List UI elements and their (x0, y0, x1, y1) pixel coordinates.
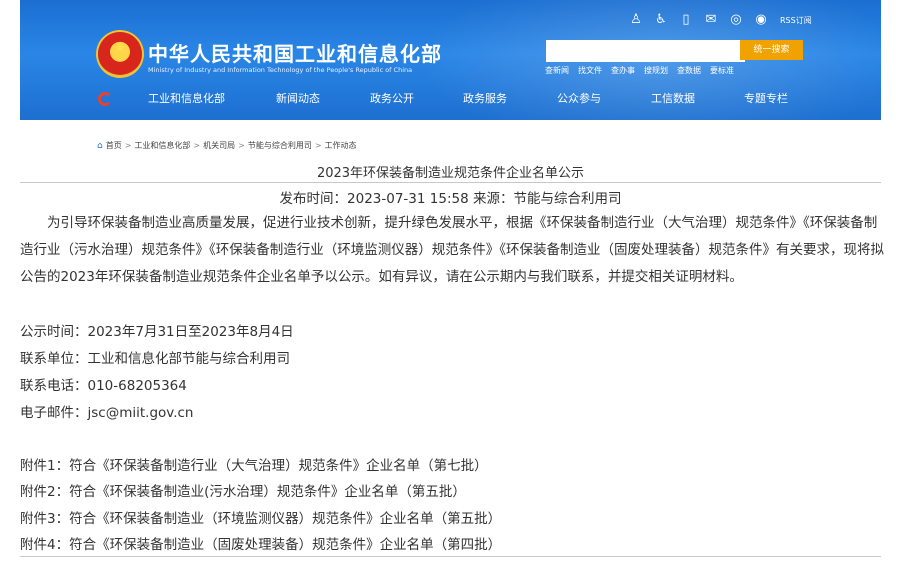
accessibility-icon[interactable]: ♿ (653, 12, 669, 28)
contact-unit-label: 联系单位： (20, 351, 88, 367)
search-link-plans[interactable]: 搜规划 (644, 65, 668, 76)
breadcrumb: ⌂ 首页 > 工业和信息化部 > 机关司局 > 节能与综合利用司 > 工作动态 (97, 140, 357, 151)
contact-phone: 联系电话：010-68205364 (20, 378, 187, 394)
person-icon[interactable]: ♙ (628, 12, 644, 28)
home-icon[interactable]: ⌂ (97, 141, 103, 151)
nav-item-gov-affairs[interactable]: 政务公开 (370, 90, 414, 106)
article-meta: 发布时间：2023-07-31 15:58 来源：节能与综合利用司 (279, 191, 622, 207)
main-nav: 工业和信息化部 新闻动态 政务公开 政务服务 公众参与 工信数据 专题专栏 (20, 90, 881, 110)
top-icon-bar: ♙ ♿ ▯ ✉ ◎ ◉ RSS订阅 (628, 12, 812, 28)
title-divider (20, 182, 881, 183)
rss-icon[interactable]: ◉ (753, 12, 769, 28)
search-links: 查新闻 找文件 查办事 搜规划 查数据 要标准 (545, 65, 734, 76)
site-title[interactable]: 中华人民共和国工业和信息化部 (148, 38, 442, 67)
mobile-icon[interactable]: ▯ (678, 12, 694, 28)
rss-label[interactable]: RSS订阅 (780, 15, 812, 26)
search-input[interactable] (546, 40, 745, 62)
nav-item-miit[interactable]: 工业和信息化部 (148, 90, 225, 106)
search-link-data[interactable]: 查数据 (677, 65, 701, 76)
breadcrumb-home[interactable]: 首页 (106, 140, 122, 151)
article-body: 为引导环保装备制造业高质量发展，促进行业技术创新，提升绿色发展水平，根据《环保装… (20, 215, 884, 285)
breadcrumb-work-news[interactable]: 工作动态 (325, 140, 357, 151)
contact-unit-link[interactable]: 工业和信息化部节能与综合利用司 (88, 351, 291, 367)
search-link-files[interactable]: 找文件 (578, 65, 602, 76)
breadcrumb-separator: > (238, 141, 245, 150)
nav-item-participation[interactable]: 公众参与 (557, 90, 601, 106)
nav-item-topics[interactable]: 专题专栏 (744, 90, 788, 106)
mail-icon[interactable]: ✉ (703, 12, 719, 28)
breadcrumb-energy-dept[interactable]: 节能与综合利用司 (248, 140, 312, 151)
nav-item-gov-services[interactable]: 政务服务 (463, 90, 507, 106)
search-link-news[interactable]: 查新闻 (545, 65, 569, 76)
search-link-services[interactable]: 查办事 (611, 65, 635, 76)
breadcrumb-separator: > (124, 141, 132, 150)
contact-unit: 联系单位：工业和信息化部节能与综合利用司 (20, 347, 290, 367)
attachment-link-1[interactable]: 附件1：符合《环保装备制造行业（大气治理）规范条件》企业名单（第七批） (20, 454, 488, 474)
footer-divider (20, 556, 881, 557)
breadcrumb-miit[interactable]: 工业和信息化部 (134, 140, 190, 151)
nav-item-data[interactable]: 工信数据 (651, 90, 695, 106)
search-link-standards[interactable]: 要标准 (710, 65, 734, 76)
attachment-link-2[interactable]: 附件2：符合《环保装备制造业(污水治理）规范条件》企业名单（第五批） (20, 480, 466, 500)
site-subtitle: Ministry of Industry and Information Tec… (148, 66, 413, 74)
contact-email: 电子邮件：jsc@miit.gov.cn (20, 405, 194, 421)
search-button[interactable]: 统一搜索 (740, 40, 803, 60)
breadcrumb-departments[interactable]: 机关司局 (203, 140, 235, 151)
site-header: ★ 中华人民共和国工业和信息化部 Ministry of Industry an… (20, 0, 881, 120)
publicity-period: 公示时间：2023年7月31日至2023年8月4日 (20, 324, 294, 340)
nav-item-news[interactable]: 新闻动态 (276, 90, 320, 106)
breadcrumb-separator: > (193, 141, 201, 150)
attachment-link-4[interactable]: 附件4：符合《环保装备制造业（固废处理装备）规范条件》企业名单（第四批） (20, 533, 501, 553)
national-emblem-icon[interactable]: ★ (98, 32, 142, 76)
breadcrumb-separator: > (314, 141, 322, 150)
weibo-icon[interactable]: ◎ (728, 12, 744, 28)
article-title: 2023年环保装备制造业规范条件企业名单公示 (316, 166, 585, 181)
attachment-link-3[interactable]: 附件3：符合《环保装备制造业（环境监测仪器）规范条件》企业名单（第五批） (20, 507, 501, 527)
